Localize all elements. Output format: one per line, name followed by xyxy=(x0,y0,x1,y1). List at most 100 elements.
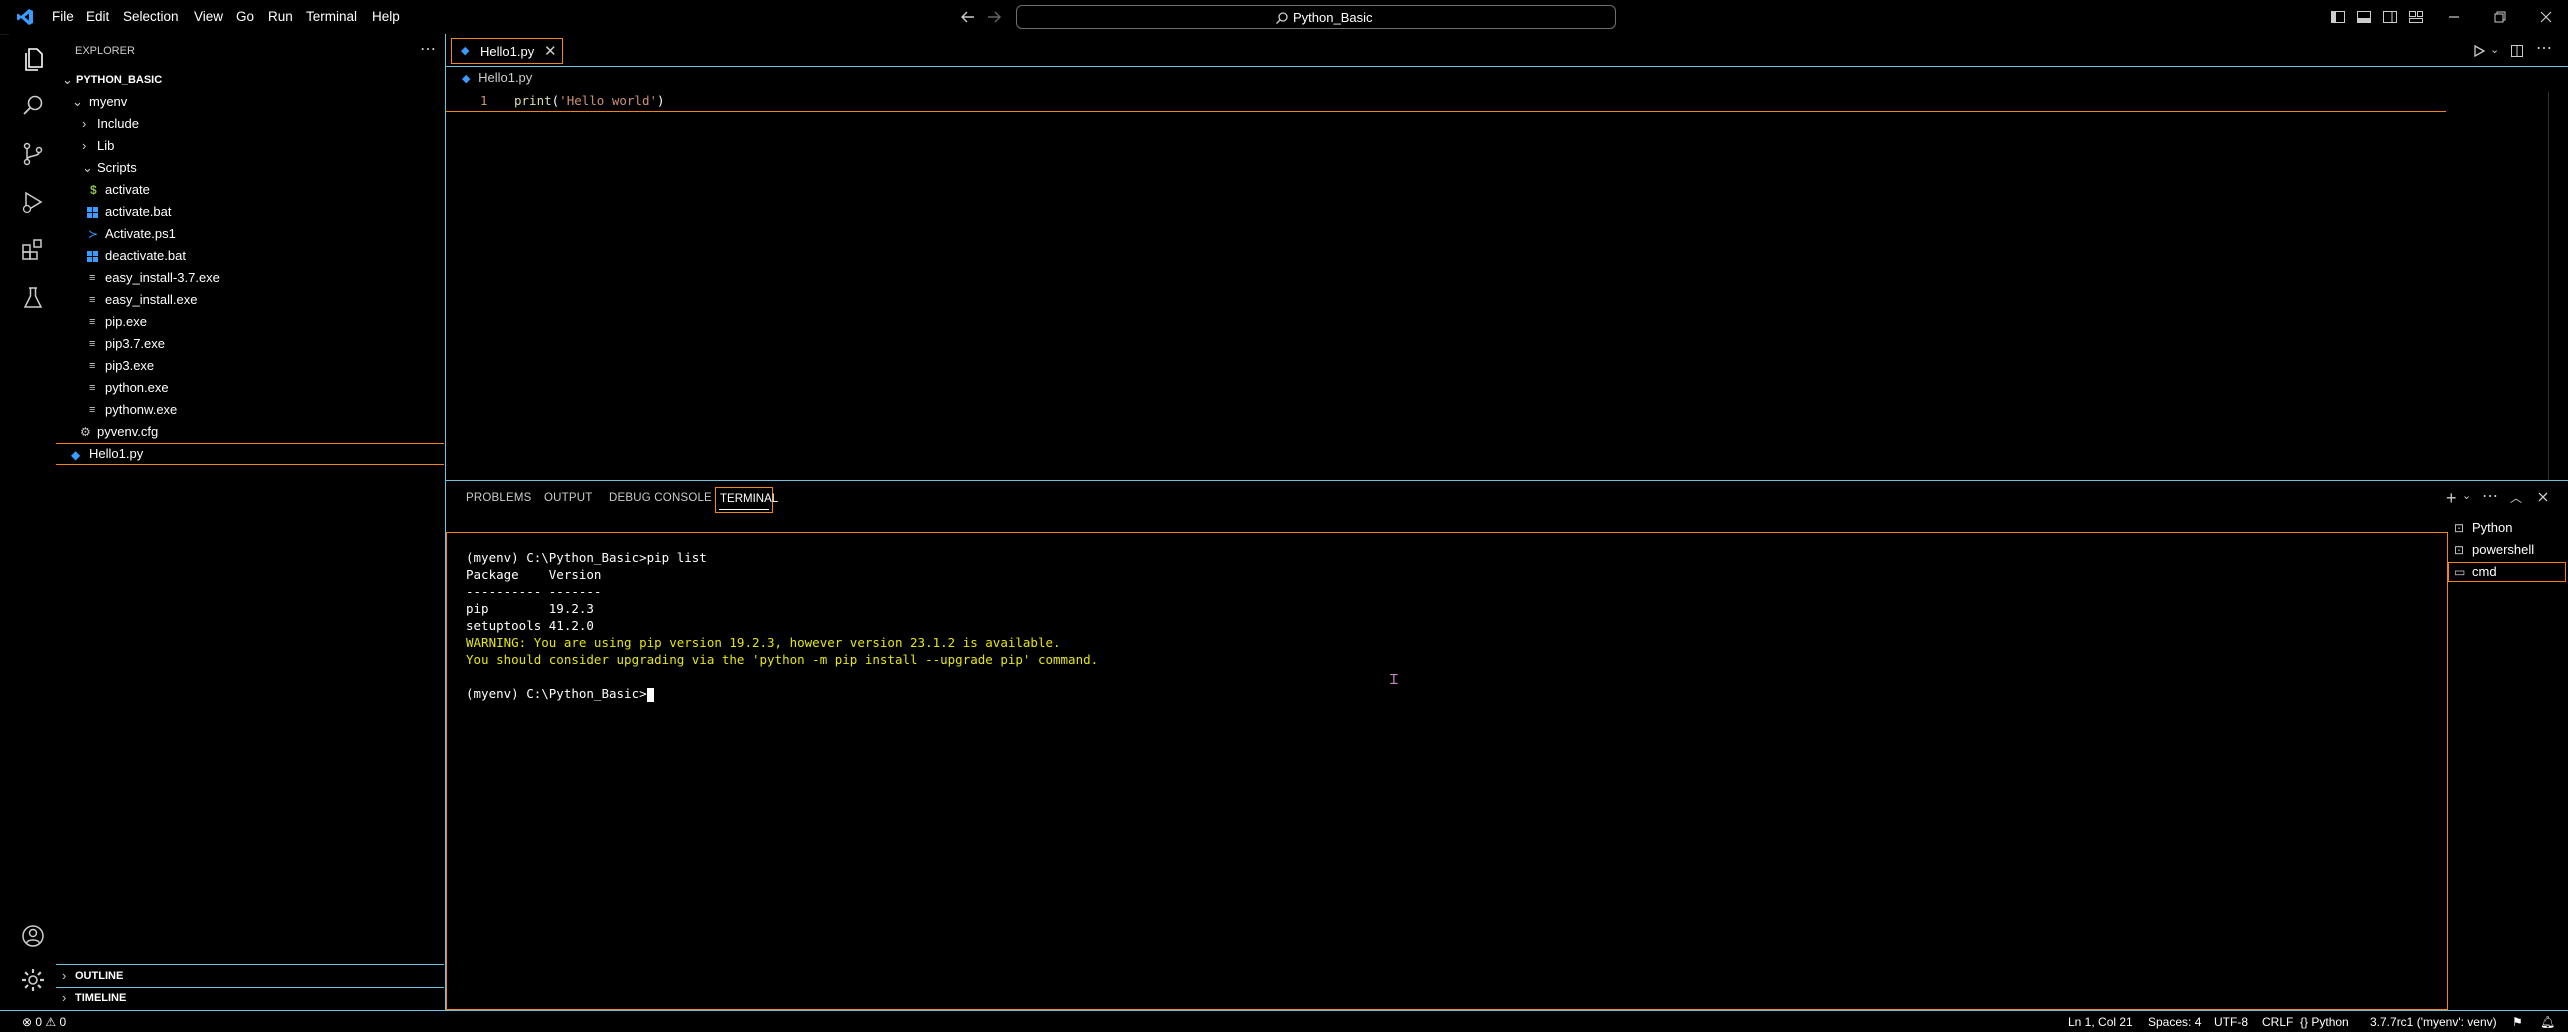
indentation[interactable]: Spaces: 4 xyxy=(2148,1015,2201,1029)
maximize-panel-icon[interactable]: ︿ xyxy=(2510,489,2522,506)
accounts-icon[interactable] xyxy=(19,922,47,950)
minimize-icon[interactable] xyxy=(2446,9,2462,25)
tree-file-easy-install[interactable]: ≡ easy_install.exe xyxy=(56,289,444,311)
file-lines-icon: ≡ xyxy=(89,294,96,306)
tab-debug-console[interactable]: DEBUG CONSOLE xyxy=(609,492,712,504)
customize-layout-icon[interactable] xyxy=(2408,9,2424,25)
manage-gear-icon[interactable] xyxy=(19,966,47,994)
code-string: 'Hello world' xyxy=(559,93,658,108)
cursor-position[interactable]: Ln 1, Col 21 xyxy=(2068,1015,2133,1029)
python-file-icon: ◆ xyxy=(71,448,81,462)
powershell-icon: ⊡ xyxy=(2454,543,2465,557)
file-lines-icon: ≡ xyxy=(89,338,96,350)
menu-run[interactable]: Run xyxy=(268,9,293,24)
tab-terminal[interactable]: TERMINAL xyxy=(715,487,778,513)
terminal-list: ⊡ Python ⊡ powershell ▭ cmd xyxy=(2448,514,2568,1010)
menu-view[interactable]: View xyxy=(194,9,223,24)
command-center-search[interactable]: Python_Basic xyxy=(1016,5,1616,29)
menu-selection[interactable]: Selection xyxy=(123,9,179,24)
problems-status[interactable]: ⊗ 0 ⚠ 0 xyxy=(22,1015,66,1029)
code-line-1[interactable]: 1 print('Hello world') xyxy=(446,91,2446,112)
terminal-prompt[interactable]: (myenv) C:\Python_Basic> xyxy=(466,686,654,702)
editor-scrollbar[interactable] xyxy=(2548,92,2568,480)
feedback-icon[interactable]: ⚑ xyxy=(2512,1015,2523,1029)
terminal-line: ---------- ------- xyxy=(466,584,602,599)
tree-folder-include[interactable]: › Include xyxy=(56,113,444,135)
file-lines-icon: ≡ xyxy=(89,316,96,328)
testing-flask-icon[interactable] xyxy=(19,284,47,312)
tab-hello1-py[interactable]: ◆ Hello1.py ✕ xyxy=(451,38,563,64)
tree-file-pyvenv-cfg[interactable]: ⚙ pyvenv.cfg xyxy=(56,421,444,443)
menu-terminal[interactable]: Terminal xyxy=(306,9,357,24)
python-file-icon: ◆ xyxy=(461,45,470,57)
more-actions-icon[interactable]: ⋯ xyxy=(420,39,436,59)
tree-file-python[interactable]: ≡ python.exe xyxy=(56,377,444,399)
python-interpreter[interactable]: 3.7.7rc1 ('myenv': venv) xyxy=(2370,1015,2497,1029)
tree-folder-myenv[interactable]: ⌄ myenv xyxy=(56,91,444,113)
tree-file-pip[interactable]: ≡ pip.exe xyxy=(56,311,444,333)
tree-file-activate[interactable]: $ activate xyxy=(56,179,444,201)
status-bar: ⊗ 0 ⚠ 0 Ln 1, Col 21 Spaces: 4 UTF-8 CRL… xyxy=(0,1010,2568,1032)
editor-tab-bar xyxy=(446,34,2568,67)
outline-section[interactable]: › OUTLINE xyxy=(56,965,444,987)
tree-folder-lib[interactable]: › Lib xyxy=(56,135,444,157)
extensions-icon[interactable] xyxy=(19,236,47,264)
terminal-line: pip 19.2.3 xyxy=(466,601,594,616)
tree-file-deactivate-bat[interactable]: deactivate.bat xyxy=(56,245,444,267)
tree-file-hello1-py[interactable]: ◆ Hello1.py xyxy=(56,443,444,465)
workspace-root[interactable]: ⌄ PYTHON_BASIC xyxy=(56,69,444,91)
tab-problems[interactable]: PROBLEMS xyxy=(466,492,532,504)
panel-border xyxy=(446,480,2568,481)
tree-file-pythonw[interactable]: ≡ pythonw.exe xyxy=(56,399,444,421)
close-tab-icon[interactable]: ✕ xyxy=(544,42,557,60)
source-control-icon[interactable] xyxy=(19,140,47,168)
menu-edit[interactable]: Edit xyxy=(86,9,109,24)
terminal-view[interactable] xyxy=(446,532,2448,1010)
restore-icon[interactable] xyxy=(2492,9,2508,25)
tree-file-activate-bat[interactable]: activate.bat xyxy=(56,201,444,223)
toggle-primary-sidebar-icon[interactable] xyxy=(2330,9,2346,25)
run-python-file-icon[interactable] xyxy=(2472,44,2486,58)
tree-file-easy-install-37[interactable]: ≡ easy_install-3.7.exe xyxy=(56,267,444,289)
terminal-python[interactable]: ⊡ Python xyxy=(2448,518,2566,538)
toggle-secondary-sidebar-icon[interactable] xyxy=(2382,9,2398,25)
breadcrumb[interactable]: ◆ Hello1.py xyxy=(462,70,532,85)
menu-help[interactable]: Help xyxy=(372,9,400,24)
explorer-files-icon[interactable] xyxy=(19,44,47,72)
run-chevron-down-icon[interactable]: ⌄ xyxy=(2490,43,2499,56)
terminal-cmd[interactable]: ▭ cmd xyxy=(2448,562,2566,582)
code-text[interactable]: print('Hello world') xyxy=(514,93,665,108)
tree-folder-scripts[interactable]: ⌄ Scripts xyxy=(56,157,444,179)
panel-more-actions-icon[interactable]: ⋯ xyxy=(2482,486,2498,506)
chevron-down-icon: ⌄ xyxy=(82,160,93,175)
menu-go[interactable]: Go xyxy=(236,9,254,24)
activity-bar xyxy=(9,34,57,1010)
line-ending[interactable]: CRLF xyxy=(2262,1015,2293,1029)
forward-arrow-icon[interactable] xyxy=(986,9,1002,25)
timeline-section[interactable]: › TIMELINE xyxy=(56,987,444,1009)
back-arrow-icon[interactable] xyxy=(960,9,976,25)
editor-more-actions-icon[interactable]: ⋯ xyxy=(2536,38,2552,58)
toggle-panel-icon[interactable] xyxy=(2356,9,2372,25)
terminal-powershell[interactable]: ⊡ powershell xyxy=(2448,540,2566,560)
chevron-down-icon: ⌄ xyxy=(72,94,83,109)
search-icon[interactable] xyxy=(19,92,47,120)
code-paren-close: ) xyxy=(657,93,665,108)
tab-output[interactable]: OUTPUT xyxy=(544,492,592,504)
run-and-debug-icon[interactable] xyxy=(19,188,47,216)
split-editor-icon[interactable] xyxy=(2510,44,2524,58)
close-panel-icon[interactable] xyxy=(2537,491,2549,503)
tree-file-activate-ps1[interactable]: ≻ Activate.ps1 xyxy=(56,223,444,245)
tree-file-pip3[interactable]: ≡ pip3.exe xyxy=(56,355,444,377)
terminal-profile-chevron-icon[interactable]: ⌄ xyxy=(2462,489,2471,502)
tree-file-pip37[interactable]: ≡ pip3.7.exe xyxy=(56,333,444,355)
terminal-line: setuptools 41.2.0 xyxy=(466,618,594,633)
encoding[interactable]: UTF-8 xyxy=(2214,1015,2248,1029)
menu-file[interactable]: File xyxy=(52,9,74,24)
new-terminal-plus-icon[interactable]: + xyxy=(2446,488,2457,509)
notifications-bell-icon[interactable]: 🔔︎ xyxy=(2540,1015,2555,1029)
language-mode[interactable]: {} Python xyxy=(2300,1015,2349,1029)
file-lines-icon: ≡ xyxy=(89,382,96,394)
gear-icon: ⚙ xyxy=(80,425,91,439)
close-window-icon[interactable] xyxy=(2538,9,2554,25)
